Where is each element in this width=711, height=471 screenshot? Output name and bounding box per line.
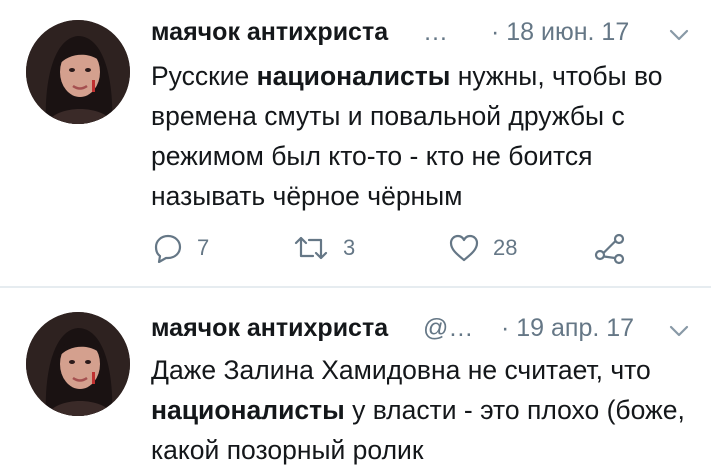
reply-button[interactable]: 7 [153, 228, 209, 268]
chevron-down-icon[interactable] [669, 28, 689, 42]
tweet-actions: 7 3 28 [151, 228, 691, 268]
tweet-text-highlight: националисты [256, 61, 451, 91]
author-handle[interactable]: @… [423, 314, 473, 343]
reply-count: 7 [197, 235, 210, 260]
tweet-text: Даже Залина Хамидовна не считает, что на… [151, 350, 691, 470]
retweet-count: 3 [343, 235, 356, 260]
tweet-text-highlight: националисты [151, 395, 345, 425]
retweet-icon [294, 236, 328, 260]
tweet-header: маячок антихриста @… · 19 апр. 17 [151, 310, 691, 344]
tweet-header: маячок антихриста … · 18 июн. 17 [151, 14, 691, 48]
avatar-image [26, 312, 130, 416]
like-button[interactable]: 28 [449, 228, 517, 268]
author-name[interactable]: маячок антихриста [151, 18, 388, 47]
like-count: 28 [493, 235, 518, 260]
retweet-button[interactable]: 3 [293, 228, 355, 268]
chevron-down-icon[interactable] [669, 324, 689, 338]
tweet[interactable]: маячок антихриста @… · 19 апр. 17 Даже З… [0, 288, 711, 471]
tweet-text-segment: Даже Залина Хамидовна не считает, что [151, 355, 651, 385]
tweet-text-segment: Русские [151, 61, 257, 91]
reply-icon [154, 234, 182, 263]
heart-icon [449, 234, 479, 262]
tweet-text: Русские националисты нужны, чтобы во вре… [151, 56, 691, 216]
author-handle[interactable]: … [423, 18, 448, 47]
avatar[interactable] [26, 312, 130, 416]
avatar-image [26, 20, 130, 124]
tweet-date[interactable]: · 19 апр. 17 [501, 314, 634, 343]
share-icon [594, 233, 625, 265]
avatar[interactable] [26, 20, 130, 124]
author-name[interactable]: маячок антихриста [151, 314, 388, 343]
tweet-date[interactable]: · 18 июн. 17 [491, 18, 629, 47]
share-button[interactable] [593, 228, 627, 268]
tweet[interactable]: маячок антихриста … · 18 июн. 17 Русские… [0, 0, 711, 286]
